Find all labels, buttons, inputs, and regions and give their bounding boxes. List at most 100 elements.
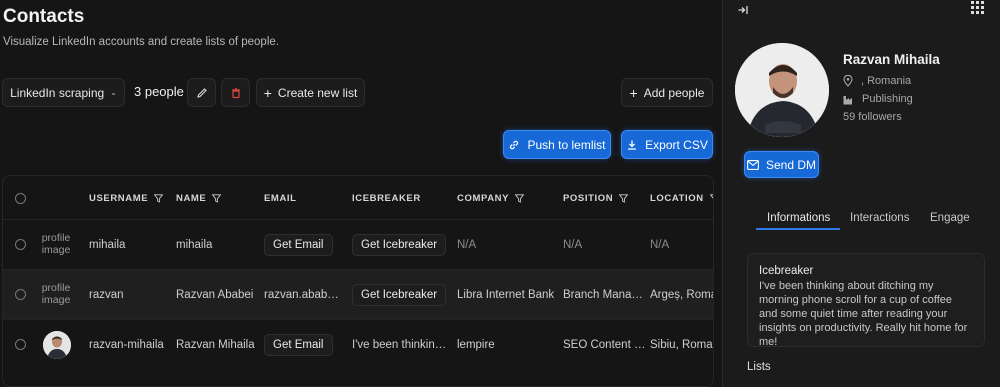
list-select-label: LinkedIn scraping [10,85,105,100]
header-location-label: LOCATION [650,193,704,204]
cell-company: lempire [457,339,495,351]
cell-position: N/A [563,239,583,251]
list-select-dropdown[interactable]: LinkedIn scraping ⌄ [2,78,125,107]
header-company[interactable]: COMPANY [457,193,525,204]
add-people-button[interactable]: + Add people [621,78,713,107]
header-company-label: COMPANY [457,193,510,204]
profile-name: Razvan Mihaila [843,52,940,67]
header-email-label: EMAIL [264,193,297,204]
contact-detail-panel: Razvan Mihaila , Romania Publishing 59 f… [722,0,1000,387]
chevron-down-icon: ⌄ [110,88,117,97]
cell-company: N/A [457,239,477,251]
cell-location: Sibiu, Romani [650,339,713,351]
header-position-label: POSITION [563,193,614,204]
cell-username: razvan-mihaila [89,339,164,351]
cell-position: SEO Content W... [563,339,647,351]
plus-icon: + [629,84,638,101]
header-icebreaker: ICEBREAKER [352,193,421,204]
profile-industry: Publishing [843,93,913,105]
send-dm-button[interactable]: Send DM [744,151,819,178]
tab-engage[interactable]: Engage [930,212,970,224]
cell-name: Razvan Mihaila [176,339,255,351]
location-pin-icon [843,75,853,87]
table-row[interactable]: profile image razvan Razvan Ababei razva… [3,270,713,320]
send-dm-label: Send DM [765,157,817,172]
profile-location: , Romania [843,75,911,87]
apps-grid-icon[interactable] [971,1,985,15]
table-row[interactable]: razvan-mihaila Razvan Mihaila Get Email … [3,320,713,370]
cell-username: razvan [89,289,124,301]
download-icon [628,140,637,150]
factory-icon [843,95,852,104]
active-tab-indicator [756,228,840,230]
contacts-main: Contacts Visualize LinkedIn accounts and… [0,0,722,387]
table-header: USERNAME NAME EMAIL ICEBREAKER COMPANY P… [3,176,713,220]
plus-icon: + [263,84,272,101]
profile-photo-icon [735,43,829,137]
cell-location: Argeș, Romar [650,289,713,301]
select-all-checkbox[interactable] [15,193,26,204]
link-icon [510,140,519,149]
cell-username: mihaila [89,239,126,251]
header-username[interactable]: USERNAME [89,193,164,204]
tab-informations[interactable]: Informations [767,212,830,224]
icebreaker-card: Icebreaker I've been thinking about ditc… [747,253,985,348]
header-icebreaker-label: ICEBREAKER [352,193,421,204]
header-location[interactable]: LOCATION [650,193,714,204]
row-checkbox[interactable] [15,239,26,250]
profile-industry-text: Publishing [862,93,913,105]
cell-name: Razvan Ababei [176,289,254,301]
push-to-lemlist-button[interactable]: Push to lemlist [503,130,611,159]
profile-tabs: Informations Interactions Engage [756,208,1000,230]
filter-icon[interactable] [709,194,714,203]
person-photo-icon [43,331,71,359]
export-label: Export CSV [645,137,708,152]
collapse-panel-icon[interactable] [737,4,749,16]
profile-location-text: , Romania [861,75,912,87]
cell-position: Branch Manager [563,289,647,301]
get-icebreaker-button[interactable]: Get Icebreaker [352,234,447,256]
get-icebreaker-button[interactable]: Get Icebreaker [352,284,447,306]
pencil-icon [196,87,207,98]
header-name[interactable]: NAME [176,193,222,204]
header-email: EMAIL [264,193,297,204]
avatar [43,331,71,359]
contacts-table: USERNAME NAME EMAIL ICEBREAKER COMPANY P… [2,175,714,387]
table-row[interactable]: profile image mihaila mihaila Get Email … [3,220,713,270]
delete-list-button[interactable] [221,78,250,107]
get-email-button[interactable]: Get Email [264,334,333,356]
cell-icebreaker: I've been thinking... [352,339,450,351]
filter-icon[interactable] [212,194,222,203]
edit-list-button[interactable] [187,78,216,107]
cell-name: mihaila [176,239,213,251]
create-list-button[interactable]: + Create new list [256,78,365,107]
row-checkbox[interactable] [15,289,26,300]
page-title: Contacts [3,6,85,27]
mail-icon [747,159,759,170]
header-position[interactable]: POSITION [563,193,629,204]
header-name-label: NAME [176,193,207,204]
cell-email: razvan.ababei... [264,289,344,301]
profile-avatar [735,43,829,137]
icebreaker-text: I've been thinking about ditching my mor… [759,280,968,348]
profile-image: profile image [41,232,71,256]
get-email-button[interactable]: Get Email [264,234,333,256]
filter-icon[interactable] [619,194,629,203]
add-people-label: Add people [643,85,705,100]
trash-icon [231,87,240,98]
people-count: 3 people [134,84,184,99]
export-csv-button[interactable]: Export CSV [621,130,713,159]
page-subtitle: Visualize LinkedIn accounts and create l… [3,36,279,48]
filter-icon[interactable] [154,194,164,203]
header-username-label: USERNAME [89,193,149,204]
cell-company: Libra Internet Bank [457,289,555,301]
lists-heading: Lists [747,361,771,373]
push-label: Push to lemlist [527,137,606,152]
profile-image: profile image [41,282,71,306]
profile-followers: 59 followers [843,111,902,123]
icebreaker-title: Icebreaker [759,265,814,277]
tab-interactions[interactable]: Interactions [850,212,909,224]
cell-location: N/A [650,239,670,251]
filter-icon[interactable] [515,194,525,203]
row-checkbox[interactable] [15,339,26,350]
